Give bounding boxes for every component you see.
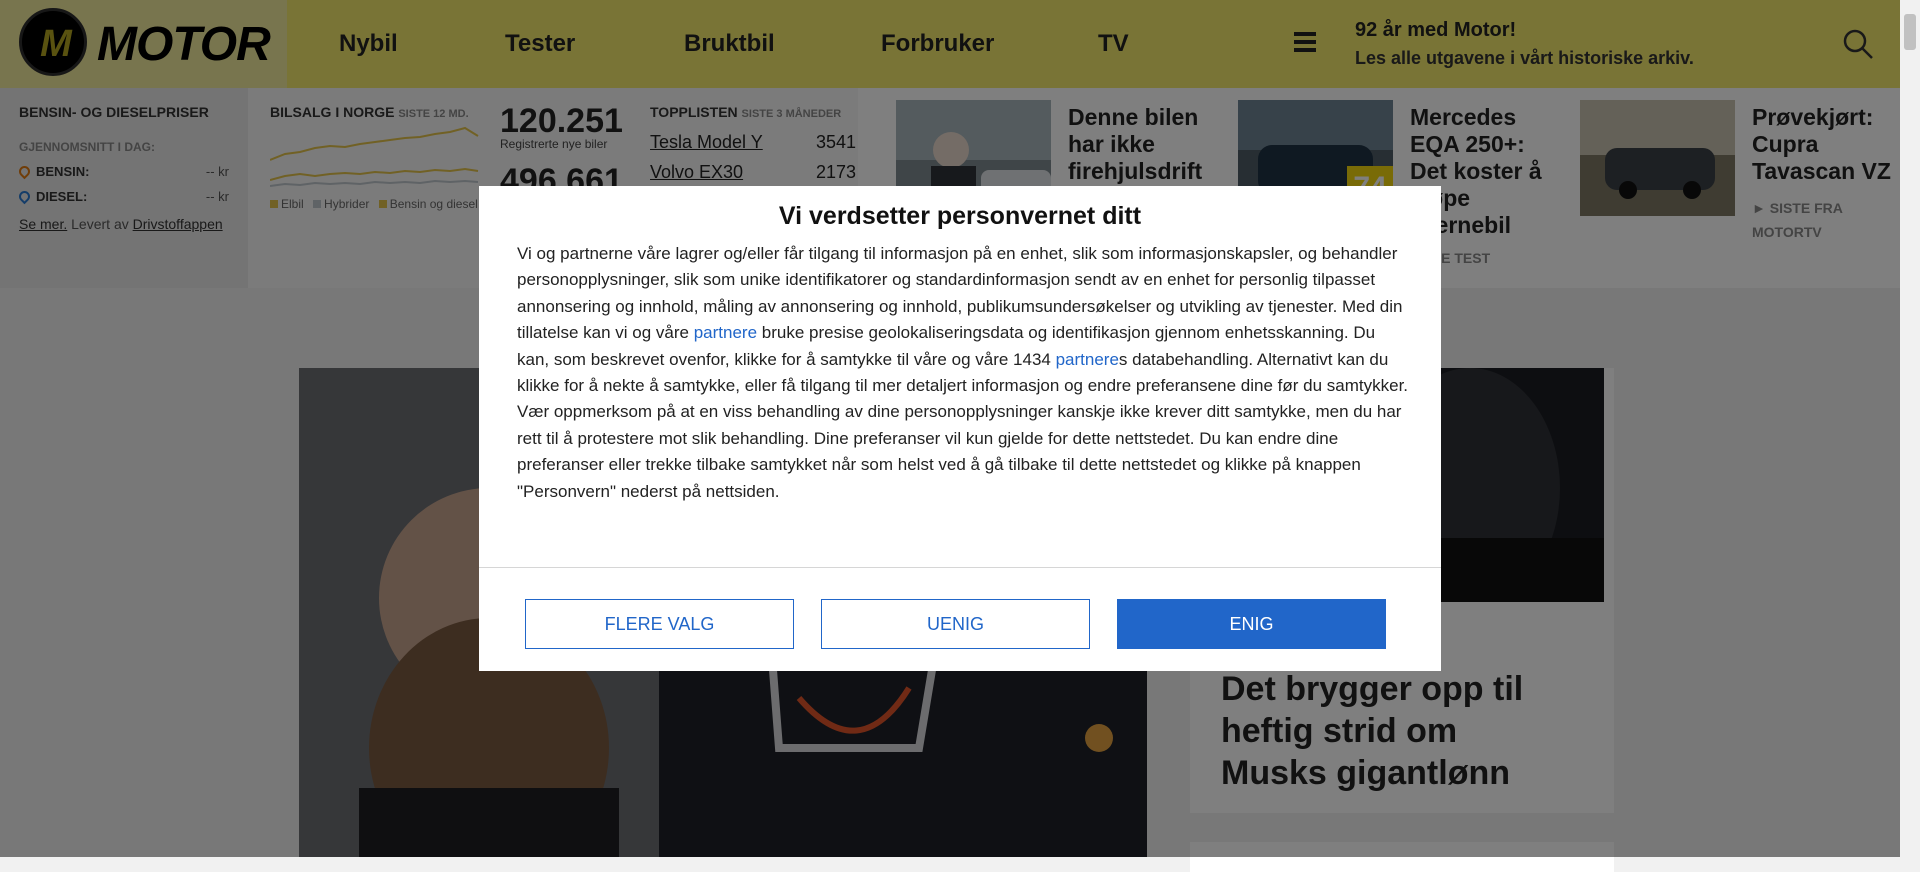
agree-button[interactable]: ENIG [1117,599,1386,649]
consent-title: Vi verdsetter personvernet ditt [778,202,1142,230]
more-options-button[interactable]: FLERE VALG [525,599,794,649]
scrollbar-thumb[interactable] [1904,14,1916,50]
disagree-button[interactable]: UENIG [821,599,1090,649]
partners-link[interactable]: partnere [1056,350,1119,369]
consent-text: Vi og partnerne våre lagrer og/eller får… [517,244,1409,501]
consent-dialog: Vi verdsetter personvernet ditt Vi og pa… [479,186,1441,671]
partners-link[interactable]: partnere [694,323,757,342]
page-scrollbar[interactable] [1900,0,1920,857]
dialog-divider [479,567,1441,568]
